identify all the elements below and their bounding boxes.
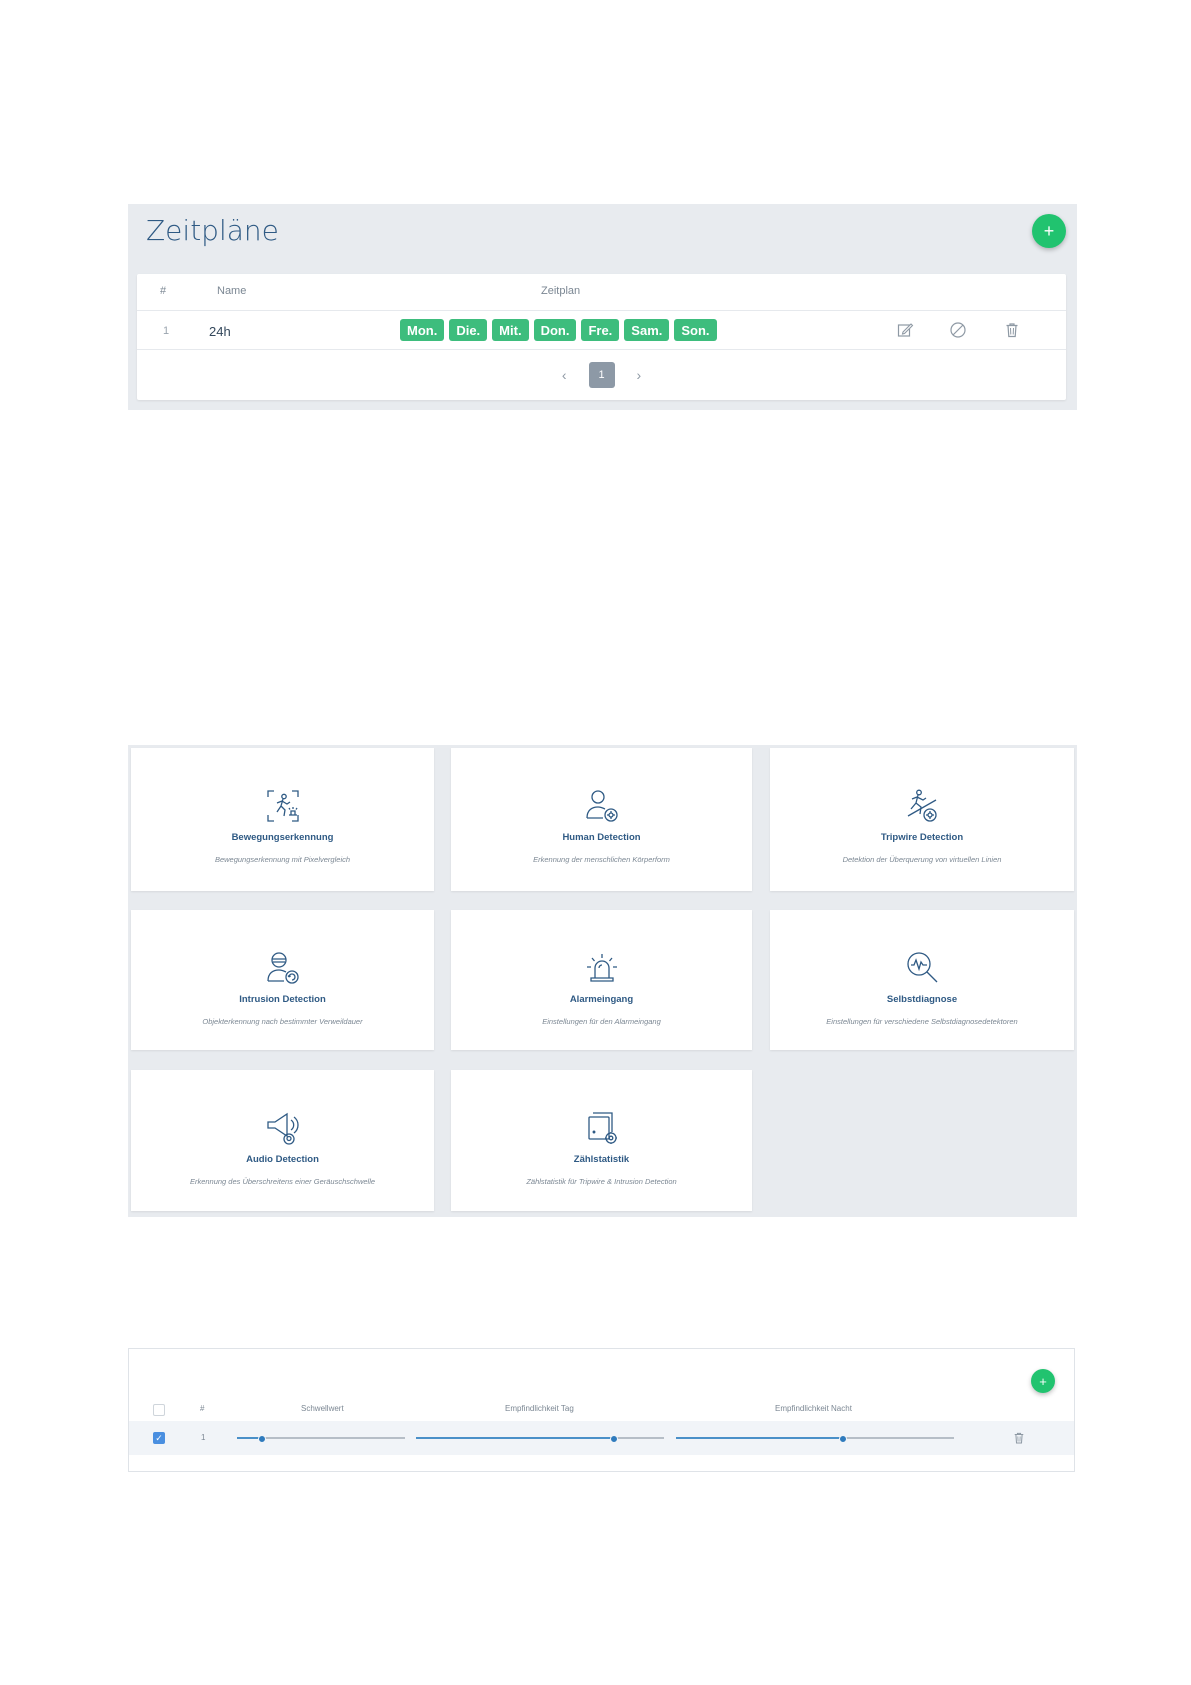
feature-description: Erkennung der menschlichen Körperform xyxy=(533,855,670,864)
feature-title: Human Detection xyxy=(562,832,641,843)
threshold-slider[interactable] xyxy=(237,1435,405,1443)
feature-card-alarm[interactable]: Alarmeingang Einstellungen für den Alarm… xyxy=(451,910,752,1050)
human-detection-icon xyxy=(585,790,618,822)
self-diagnosis-icon xyxy=(907,952,938,983)
day-badge-sun: Son. xyxy=(674,319,717,341)
page-title: Zeitpläne xyxy=(146,214,279,247)
feature-card-selfdiagnosis[interactable]: Selbstdiagnose Einstellungen für verschi… xyxy=(770,910,1074,1050)
pagination-page[interactable]: 1 xyxy=(588,362,615,388)
schedule-days: Mon. Die. Mit. Don. Fre. Sam. Son. xyxy=(400,319,717,341)
feature-title: Intrusion Detection xyxy=(239,994,326,1005)
schedules-table: # Name Zeitplan 1 24h Mon. Die. Mit. Don… xyxy=(137,274,1066,400)
table-header: # Name Zeitplan xyxy=(137,274,1066,311)
feature-description: Bewegungserkennung mit Pixelvergleich xyxy=(214,855,351,864)
column-header-num: # xyxy=(160,285,167,297)
slider-fill xyxy=(416,1437,615,1439)
disable-icon[interactable] xyxy=(949,321,967,339)
feature-description: Detektion der Überquerung von virtuellen… xyxy=(842,855,1002,864)
feature-card-tripwire[interactable]: Tripwire Detection Detektion der Überque… xyxy=(770,748,1074,891)
feature-description: Objekterkennung nach bestimmter Verweild… xyxy=(202,1017,363,1026)
feature-title: Alarmeingang xyxy=(569,994,634,1005)
pagination-next[interactable]: › xyxy=(637,367,642,383)
slider-thumb[interactable] xyxy=(610,1435,619,1443)
pagination-prev[interactable]: ‹ xyxy=(562,367,567,383)
day-badge-fri: Fre. xyxy=(581,319,620,341)
column-header-sensitivity-night: Empfindlichkeit Nacht xyxy=(775,1404,852,1413)
schedule-name: 24h xyxy=(209,324,231,339)
add-schedule-button[interactable]: + xyxy=(1032,214,1066,248)
column-header-schedule: Zeitplan xyxy=(541,285,581,297)
sensitivity-day-slider[interactable] xyxy=(416,1435,664,1443)
feature-title: Audio Detection xyxy=(246,1154,319,1165)
column-header-threshold: Schwellwert xyxy=(301,1404,344,1413)
day-badge-wed: Mit. xyxy=(492,319,529,341)
select-all-checkbox[interactable] xyxy=(153,1404,165,1416)
pagination: ‹ 1 › xyxy=(137,362,1066,388)
detection-settings-table: + # Schwellwert Empfindlichkeit Tag Empf… xyxy=(128,1348,1075,1472)
feature-card-counting[interactable]: Zählstatistik Zählstatistik für Tripwire… xyxy=(451,1070,752,1211)
feature-description: Einstellungen für den Alarmeingang xyxy=(542,1017,661,1026)
trash-icon[interactable] xyxy=(1003,321,1021,339)
slider-thumb[interactable] xyxy=(258,1435,267,1443)
row-number: 1 xyxy=(163,325,170,337)
feature-description: Einstellungen für verschiedene Selbstdia… xyxy=(826,1017,1018,1026)
column-header-sensitivity-day: Empfindlichkeit Tag xyxy=(505,1404,574,1413)
feature-card-intrusion[interactable]: Intrusion Detection Objekterkennung nach… xyxy=(131,910,434,1050)
audio-detection-icon xyxy=(266,1112,299,1145)
feature-title: Bewegungserkennung xyxy=(231,832,334,843)
tripwire-detection-icon xyxy=(907,789,937,822)
counting-stats-icon xyxy=(587,1112,617,1144)
schedules-panel: Zeitpläne + # Name Zeitplan 1 24h Mon. D… xyxy=(128,204,1077,410)
slider-fill xyxy=(676,1437,843,1439)
feature-title: Selbstdiagnose xyxy=(886,994,958,1005)
table-row[interactable]: 1 24h Mon. Die. Mit. Don. Fre. Sam. Son. xyxy=(137,311,1066,350)
sensitivity-night-slider[interactable] xyxy=(676,1435,954,1443)
slider-thumb[interactable] xyxy=(838,1435,847,1443)
edit-icon[interactable] xyxy=(896,321,914,339)
feature-title: Zählstatistik xyxy=(573,1154,630,1165)
motion-detection-icon xyxy=(266,790,299,822)
feature-title: Tripwire Detection xyxy=(880,832,964,843)
row-checkbox[interactable]: ✓ xyxy=(153,1432,165,1444)
day-badge-thu: Don. xyxy=(533,319,577,341)
feature-description: Zählstatistik für Tripwire & Intrusion D… xyxy=(526,1177,677,1186)
column-header-name: Name xyxy=(217,285,247,297)
feature-card-audio[interactable]: Audio Detection Erkennung des Überschrei… xyxy=(131,1070,434,1211)
trash-icon[interactable] xyxy=(1012,1431,1026,1445)
alarm-light-icon xyxy=(586,954,617,982)
feature-description: Erkennung des Überschreitens einer Geräu… xyxy=(189,1177,376,1186)
row-number: 1 xyxy=(201,1433,206,1442)
column-header-num: # xyxy=(200,1404,205,1413)
table-row[interactable]: ✓ 1 xyxy=(129,1421,1074,1455)
detection-features-grid: Bewegungserkennung Bewegungserkennung mi… xyxy=(128,745,1077,1217)
table-header: # Schwellwert Empfindlichkeit Tag Empfin… xyxy=(129,1399,1074,1421)
add-detection-button[interactable]: + xyxy=(1031,1369,1055,1393)
day-badge-sat: Sam. xyxy=(624,319,670,341)
day-badge-tue: Die. xyxy=(449,319,488,341)
feature-card-human[interactable]: Human Detection Erkennung der menschlich… xyxy=(451,748,752,891)
day-badge-mon: Mon. xyxy=(400,319,445,341)
intrusion-detection-icon xyxy=(266,952,299,984)
feature-card-motion[interactable]: Bewegungserkennung Bewegungserkennung mi… xyxy=(131,748,434,891)
